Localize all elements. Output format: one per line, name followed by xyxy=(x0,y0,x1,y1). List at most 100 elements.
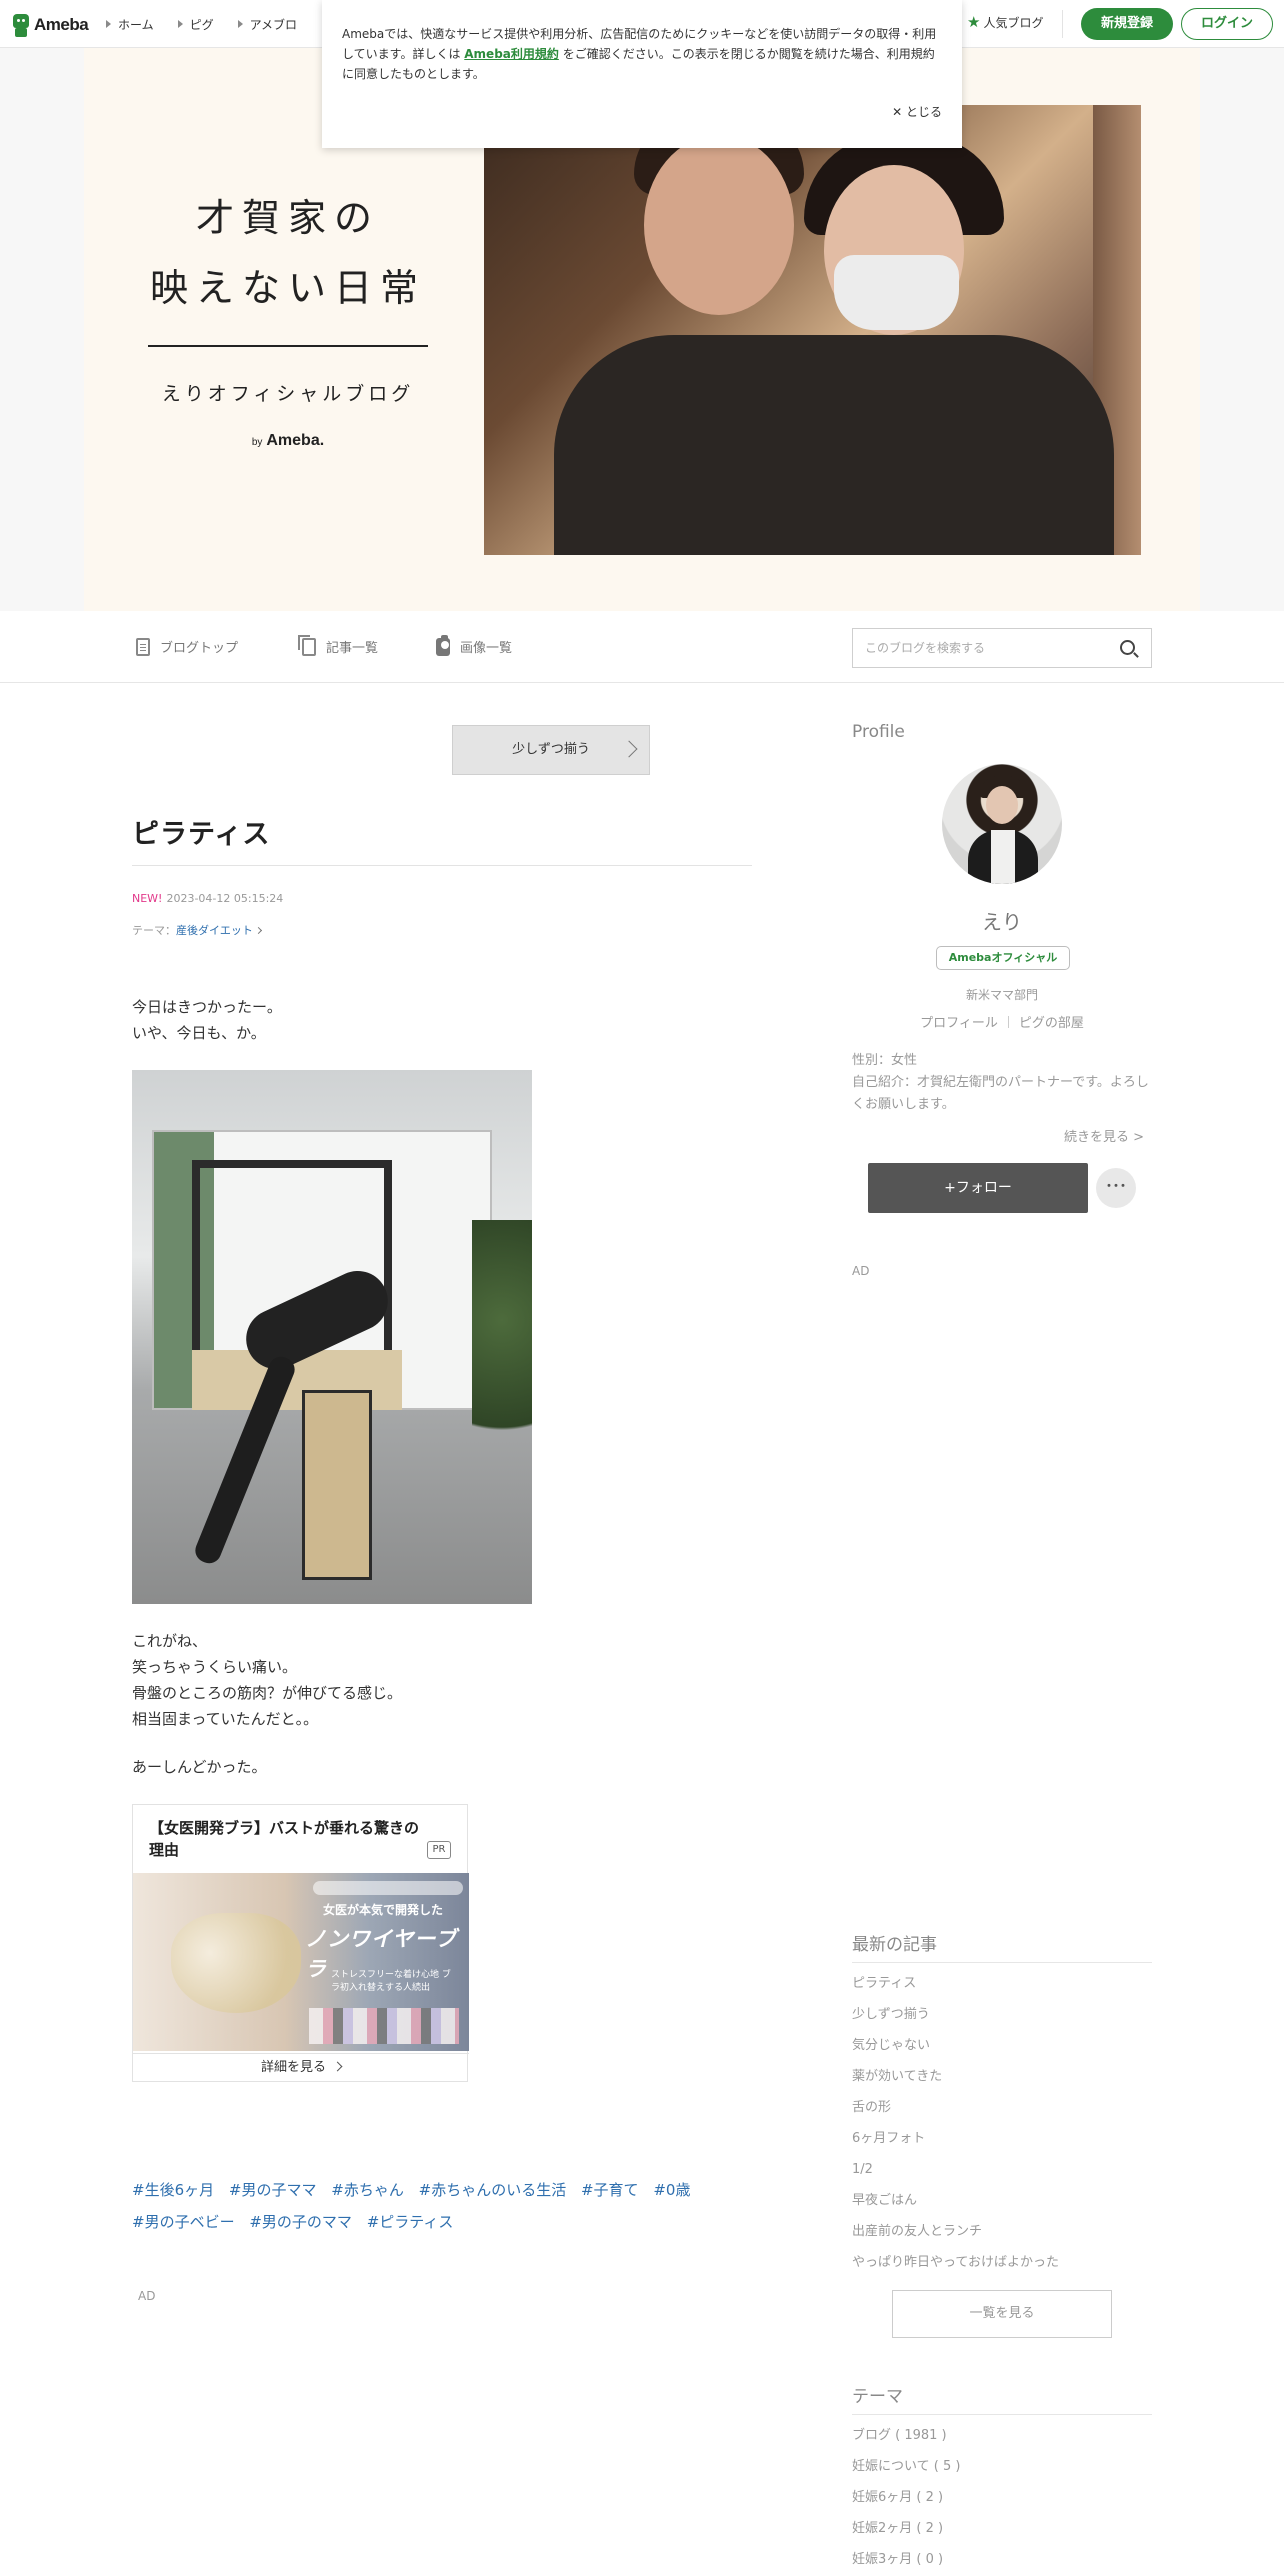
by-brand: Ameba. xyxy=(266,432,325,449)
register-button[interactable]: 新規登録 xyxy=(1081,8,1173,40)
recent-article-item[interactable]: 6ヶ月フォト xyxy=(852,2123,1059,2154)
article-theme: テーマ：産後ダイエット xyxy=(132,922,262,938)
nav-label: ホーム xyxy=(118,17,154,32)
divider xyxy=(852,1962,1152,1963)
theme-item[interactable]: 妊娠3ヶ月 ( 0 ) xyxy=(852,2544,960,2568)
profile-link[interactable]: プロフィール xyxy=(920,1016,998,1031)
more-options-icon[interactable]: ･･･ xyxy=(1096,1168,1136,1208)
blog-subtitle: えりオフィシャルブログ xyxy=(161,383,415,405)
hashtag[interactable]: #ピラティス xyxy=(367,2206,454,2238)
cookie-close-button[interactable]: ✕ とじる xyxy=(892,103,942,120)
recent-article-item[interactable]: 薬が効いてきた xyxy=(852,2061,1059,2092)
recent-article-item[interactable]: ピラティス xyxy=(852,1968,1059,1999)
chevron-right-icon xyxy=(254,926,262,935)
text-line: 相当固まっていたんだと。。 xyxy=(132,1710,319,1728)
pigg-room-link[interactable]: ピグの部屋 xyxy=(1019,1016,1084,1031)
profile-gender: 性別：女性 xyxy=(852,1053,918,1068)
recent-article-item[interactable]: 1/2 xyxy=(852,2154,1059,2185)
nav-blog-top[interactable]: ブログトップ xyxy=(136,637,238,656)
caret-right-icon xyxy=(177,20,183,28)
profile-name[interactable]: えり xyxy=(852,906,1152,935)
recent-article-item[interactable]: 出産前の友人とランチ xyxy=(852,2216,1059,2247)
nav-article-list[interactable]: 記事一覧 xyxy=(298,634,379,656)
nav-label: 記事一覧 xyxy=(326,641,379,656)
text-line: これがね、 xyxy=(132,1632,208,1650)
theme-prefix: テーマ： xyxy=(132,924,176,937)
nav-pigg[interactable]: ピグ xyxy=(177,16,214,33)
article-date: 2023-04-12 05:15:24 xyxy=(166,892,284,905)
hashtag[interactable]: #赤ちゃんのいる生活 xyxy=(419,2174,567,2206)
profile-category[interactable]: 新米ママ部門 xyxy=(852,986,1152,1003)
profile-avatar[interactable] xyxy=(942,764,1062,884)
recent-article-item[interactable]: 少しずつ揃う xyxy=(852,1999,1059,2030)
theme-item[interactable]: ブログ ( 1981 ) xyxy=(852,2420,960,2451)
ad-detail-link[interactable]: 詳細を見る xyxy=(133,2053,469,2083)
ameba-logo[interactable]: Ameba xyxy=(12,12,89,38)
text-line: 骨盤のところの筋肉？が伸びてる感じ。 xyxy=(132,1684,403,1702)
text-line: いや、今日も、か。 xyxy=(132,1024,266,1042)
new-badge: NEW! xyxy=(132,892,163,905)
article-photo[interactable] xyxy=(132,1070,532,1604)
recent-article-item[interactable]: 舌の形 xyxy=(852,2092,1059,2123)
popular-label: 人気ブログ xyxy=(983,15,1044,30)
theme-heading: テーマ xyxy=(852,2387,903,2407)
theme-link[interactable]: 産後ダイエット xyxy=(176,924,253,937)
nav-label: 画像一覧 xyxy=(460,641,513,656)
nav-ameblo[interactable]: アメブロ xyxy=(237,16,297,33)
follow-button[interactable]: +フォロー xyxy=(868,1163,1088,1213)
hashtag[interactable]: #0歳 xyxy=(653,2174,690,2206)
by-prefix: by xyxy=(251,437,263,448)
profile-heading: Profile xyxy=(852,722,905,742)
theme-item[interactable]: 妊娠2ヶ月 ( 2 ) xyxy=(852,2513,960,2544)
nav-image-list[interactable]: 画像一覧 xyxy=(436,634,513,656)
ad-title: 【女医開発ブラ】バストが垂れる驚きの理由 xyxy=(149,1819,420,1859)
official-badge: Amebaオフィシャル xyxy=(936,946,1070,970)
camera-icon xyxy=(436,634,450,656)
login-button[interactable]: ログイン xyxy=(1181,8,1273,40)
text-line: 笑っちゃうくらい痛い。 xyxy=(132,1658,298,1676)
profile-info: 性別：女性 自己紹介：才賀紀左衛門のパートナーです。よろしくお願いします。 xyxy=(852,1050,1152,1116)
pr-badge: PR xyxy=(427,1841,451,1859)
prev-article-button[interactable]: 少しずつ揃う xyxy=(452,725,650,775)
text-line: あーしんどかった。 xyxy=(132,1758,267,1776)
recent-article-item[interactable]: 気分じゃない xyxy=(852,2030,1059,2061)
divider xyxy=(852,2414,1152,2415)
search-input[interactable] xyxy=(853,629,1103,667)
hashtag[interactable]: #子育て xyxy=(581,2174,639,2206)
article-paragraph: これがね、 笑っちゃうくらい痛い。 骨盤のところの筋肉？が伸びてる感じ。 相当固… xyxy=(132,1628,402,1732)
hashtag[interactable]: #赤ちゃん xyxy=(331,2174,404,2206)
ad-detail-label: 詳細を見る xyxy=(260,2060,326,2075)
caret-right-icon xyxy=(237,20,243,28)
theme-item[interactable]: 妊娠6ヶ月 ( 2 ) xyxy=(852,2482,960,2513)
hashtag[interactable]: #男の子のママ xyxy=(249,2206,352,2238)
hashtag[interactable]: #生後6ヶ月 xyxy=(132,2174,214,2206)
read-more-link[interactable]: 続きを見る > xyxy=(1064,1126,1144,1145)
list-all-button[interactable]: 一覧を見る xyxy=(892,2290,1112,2338)
logo-text: Ameba xyxy=(34,15,89,34)
profile-intro: 自己紹介：才賀紀左衛門のパートナーです。よろしくお願いします。 xyxy=(852,1075,1149,1112)
terms-link[interactable]: Ameba利用規約 xyxy=(464,47,559,61)
article-paragraph: 今日はきつかったー。 いや、今日も、か。 xyxy=(132,994,282,1046)
hashtag[interactable]: #男の子ママ xyxy=(229,2174,317,2206)
article-meta: NEW! 2023-04-12 05:15:24 xyxy=(132,892,283,905)
global-nav: ホーム ピグ アメブロ xyxy=(106,0,321,48)
copy-icon xyxy=(298,634,316,656)
search-icon[interactable] xyxy=(1120,640,1135,655)
recent-article-item[interactable]: やっぱり昨日やっておけばよかった xyxy=(852,2247,1059,2278)
ad-label: AD xyxy=(852,1264,870,1278)
theme-item[interactable]: 妊娠について ( 5 ) xyxy=(852,2451,960,2482)
profile-links: プロフィール ピグの部屋 xyxy=(852,1012,1152,1031)
ad-card[interactable]: 【女医開発ブラ】バストが垂れる驚きの理由 PR 女医が本気で開発した ノンワイヤ… xyxy=(132,1804,469,2083)
by-ameba-logo: by Ameba. xyxy=(138,432,438,450)
ameba-mascot-icon xyxy=(12,12,30,38)
document-icon xyxy=(136,637,150,656)
ad-image-text: 女医が本気で開発した xyxy=(323,1903,444,1917)
popular-blog-link[interactable]: ★ 人気ブログ xyxy=(967,13,1043,31)
recent-article-item[interactable]: 早夜ごはん xyxy=(852,2185,1059,2216)
hashtag[interactable]: #男の子ベビー xyxy=(132,2206,235,2238)
text-line: 今日はきつかったー。 xyxy=(132,998,282,1016)
blog-title-line1: 才賀家の xyxy=(195,196,380,240)
article-paragraph: あーしんどかった。 xyxy=(132,1754,267,1780)
header-photo xyxy=(484,105,1141,555)
nav-home[interactable]: ホーム xyxy=(106,16,154,33)
